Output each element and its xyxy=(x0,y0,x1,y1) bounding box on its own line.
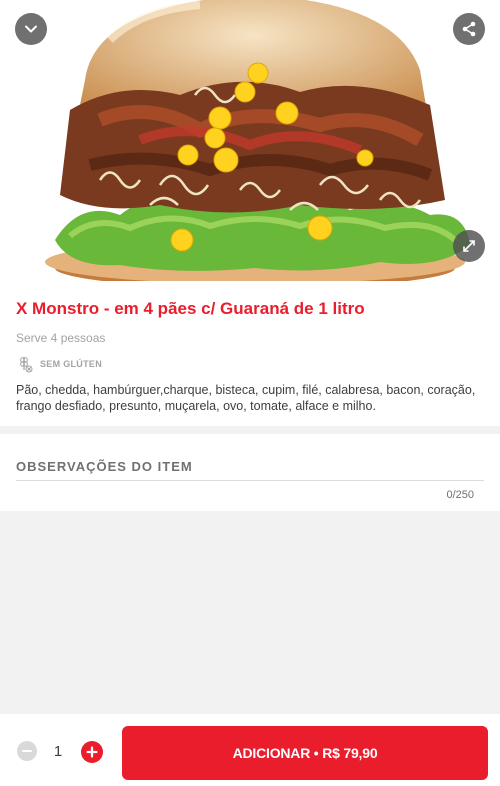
add-to-cart-button[interactable]: ADICIONAR • R$ 79,90 xyxy=(122,726,488,780)
chevron-down-icon xyxy=(25,25,37,33)
collapse-button[interactable] xyxy=(15,13,47,45)
gluten-free-label: SEM GLÚTEN xyxy=(40,359,103,369)
observations-field[interactable]: OBSERVAÇÕES DO ITEM xyxy=(16,459,484,481)
product-title: X Monstro - em 4 pães c/ Guaraná de 1 li… xyxy=(16,299,365,318)
decrease-quantity-button[interactable] xyxy=(17,741,37,761)
burger-illustration xyxy=(0,0,500,281)
increase-quantity-button[interactable] xyxy=(81,741,103,763)
share-button[interactable] xyxy=(453,13,485,45)
observations-section: OBSERVAÇÕES DO ITEM 0/250 xyxy=(0,434,500,511)
product-description: Pão, chedda, hambúrguer,charque, bisteca… xyxy=(16,383,476,413)
product-image xyxy=(0,0,500,281)
minus-icon xyxy=(22,750,32,752)
plus-icon xyxy=(86,746,98,758)
add-to-cart-bar: 1 ADICIONAR • R$ 79,90 xyxy=(0,714,500,786)
serves-label: Serve 4 pessoas xyxy=(16,331,106,345)
observations-counter: 0/250 xyxy=(446,489,474,501)
share-icon xyxy=(462,21,476,37)
gluten-free-tag: SEM GLÚTEN xyxy=(16,355,484,373)
gluten-free-icon xyxy=(20,357,33,373)
expand-image-button[interactable] xyxy=(453,230,485,262)
quantity-value: 1 xyxy=(53,743,63,760)
expand-icon xyxy=(463,240,475,252)
product-info: X Monstro - em 4 pães c/ Guaraná de 1 li… xyxy=(0,281,500,426)
